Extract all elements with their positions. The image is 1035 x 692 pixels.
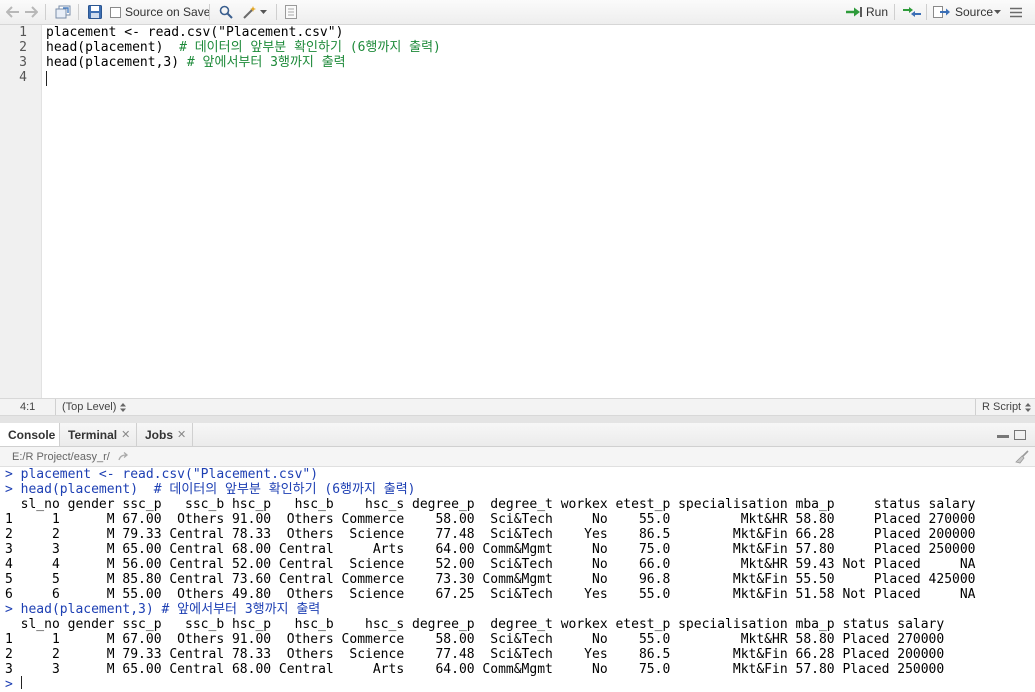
console-output-line: 4 4 M 56.00 Central 52.00 Central Scienc… [5, 557, 976, 572]
console-output-line: 1 1 M 67.00 Others 91.00 Others Commerce… [5, 512, 976, 527]
console-command-line: > head(placement,3) # 앞에서부터 3행까지 출력 [5, 602, 321, 617]
forward-button[interactable] [24, 3, 38, 21]
document-lines-icon [285, 5, 297, 19]
back-button[interactable] [6, 3, 20, 21]
close-icon[interactable]: ✕ [121, 428, 130, 441]
source-on-save-toggle[interactable]: Source on Save [110, 3, 210, 21]
toolbar-separator [894, 4, 895, 20]
up-down-arrows-icon [1025, 402, 1032, 412]
console-output-line: 5 5 M 85.80 Central 73.60 Central Commer… [5, 572, 976, 587]
popout-window-icon [55, 5, 71, 19]
source-button[interactable]: Source [933, 3, 993, 21]
toolbar-separator [209, 4, 210, 20]
code-editor[interactable]: placement <- read.csv("Placement.csv") h… [42, 25, 1035, 398]
arrow-right-icon [25, 6, 38, 18]
console-command-line: > head(placement) # 데이터의 앞부분 확인하기 (6행까지 … [5, 482, 416, 497]
pane-splitter[interactable] [0, 416, 1035, 423]
console-output-line: 2 2 M 79.33 Central 78.33 Others Science… [5, 527, 976, 542]
text-cursor [46, 71, 47, 86]
run-button[interactable]: Run [845, 3, 888, 21]
code-comment: # 데이터의 앞부분 확인하기 (6행까지 출력) [179, 40, 441, 55]
code-comment: # 앞에서부터 3행까지 출력 [186, 55, 346, 70]
console-path-bar: E:/R Project/easy_r/ [0, 447, 1035, 467]
line-number: 4 [19, 70, 27, 85]
code-text: placement <- read.csv("Placement.csv") [46, 25, 344, 40]
source-icon [933, 6, 950, 18]
find-replace-button[interactable] [219, 3, 233, 21]
console-cursor [21, 676, 22, 689]
go-to-directory-arrow-icon[interactable] [118, 452, 130, 462]
maximize-icon[interactable] [1014, 430, 1026, 440]
rerun-button[interactable] [902, 3, 922, 21]
run-label: Run [866, 5, 889, 19]
tab-console[interactable]: Console [0, 423, 60, 446]
source-on-save-checkbox[interactable] [110, 6, 121, 18]
rerun-arrows-icon [903, 7, 921, 17]
tab-jobs[interactable]: Jobs ✕ [137, 423, 193, 446]
console-command-line: > placement <- read.csv("Placement.csv") [5, 467, 319, 482]
console-output-line: sl_no gender ssc_p ssc_b hsc_p hsc_b hsc… [5, 617, 945, 632]
tab-terminal[interactable]: Terminal ✕ [60, 423, 137, 446]
line-number: 1 [19, 25, 27, 40]
close-icon[interactable]: ✕ [177, 428, 186, 441]
compile-report-button[interactable] [285, 3, 297, 21]
line-number-gutter: 1 2 3 4 [0, 25, 42, 398]
up-down-arrows-icon [120, 402, 127, 412]
chevron-down-icon [994, 9, 1001, 14]
tab-label: Jobs [145, 427, 174, 442]
save-icon [88, 5, 102, 19]
code-text: head(placement,3) [46, 55, 187, 70]
editor-status-bar: 4:1 (Top Level) R Script [0, 398, 1035, 416]
line-number: 2 [19, 40, 27, 55]
code-line[interactable]: head(placement) # 데이터의 앞부분 확인하기 (6행까지 출력… [46, 40, 441, 55]
toolbar-separator [926, 4, 927, 20]
scope-label: (Top Level) [62, 401, 117, 413]
clear-console-broom-icon[interactable] [1014, 450, 1030, 464]
editor-toolbar: Source on Save Run Source [0, 0, 1035, 25]
run-arrow-icon [846, 7, 862, 17]
arrow-left-icon [6, 6, 19, 18]
code-line[interactable]: placement <- read.csv("Placement.csv") [46, 25, 343, 40]
toolbar-separator [45, 4, 46, 20]
scope-selector[interactable]: (Top Level) [62, 401, 127, 413]
console-tab-bar: Console Terminal ✕ Jobs ✕ [0, 423, 1035, 447]
console-output-line: sl_no gender ssc_p ssc_b hsc_p hsc_b hsc… [5, 497, 976, 512]
console-output[interactable]: > placement <- read.csv("Placement.csv")… [0, 467, 1035, 692]
source-options-dropdown[interactable] [994, 3, 1001, 21]
hamburger-menu-icon [1010, 7, 1022, 17]
console-output-line: 2 2 M 79.33 Central 78.33 Others Science… [5, 647, 945, 662]
cursor-position: 4:1 [20, 401, 36, 413]
console-output-line: 3 3 M 65.00 Central 68.00 Central Arts 6… [5, 662, 945, 677]
console-output-line: 3 3 M 65.00 Central 68.00 Central Arts 6… [5, 542, 976, 557]
file-type-selector[interactable]: R Script [982, 401, 1032, 413]
chevron-down-icon [260, 9, 267, 14]
editor-menu-button[interactable] [1010, 3, 1022, 21]
minimize-icon[interactable] [997, 434, 1009, 438]
status-separator [55, 399, 56, 415]
code-tools-button[interactable] [242, 3, 267, 21]
tab-label: Terminal [68, 427, 118, 442]
save-button[interactable] [88, 3, 102, 21]
console-output-line: 1 1 M 67.00 Others 91.00 Others Commerce… [5, 632, 945, 647]
working-directory: E:/R Project/easy_r/ [12, 451, 110, 463]
line-number: 3 [19, 55, 27, 70]
show-in-window-button[interactable] [55, 3, 71, 21]
toolbar-separator [276, 4, 277, 20]
code-text: head(placement) [46, 40, 180, 55]
search-icon [219, 5, 233, 19]
console-command-line: > [5, 677, 13, 692]
source-label: Source [955, 5, 994, 19]
console-output-line: 6 6 M 55.00 Others 49.80 Others Science … [5, 587, 976, 602]
code-line[interactable]: head(placement,3) # 앞에서부터 3행까지 출력 [46, 55, 346, 70]
source-on-save-label: Source on Save [125, 5, 211, 19]
file-type-label: R Script [982, 401, 1022, 413]
toolbar-separator [78, 4, 79, 20]
status-separator [975, 399, 976, 415]
magic-wand-icon [243, 6, 256, 19]
tab-label: Console [8, 427, 56, 442]
